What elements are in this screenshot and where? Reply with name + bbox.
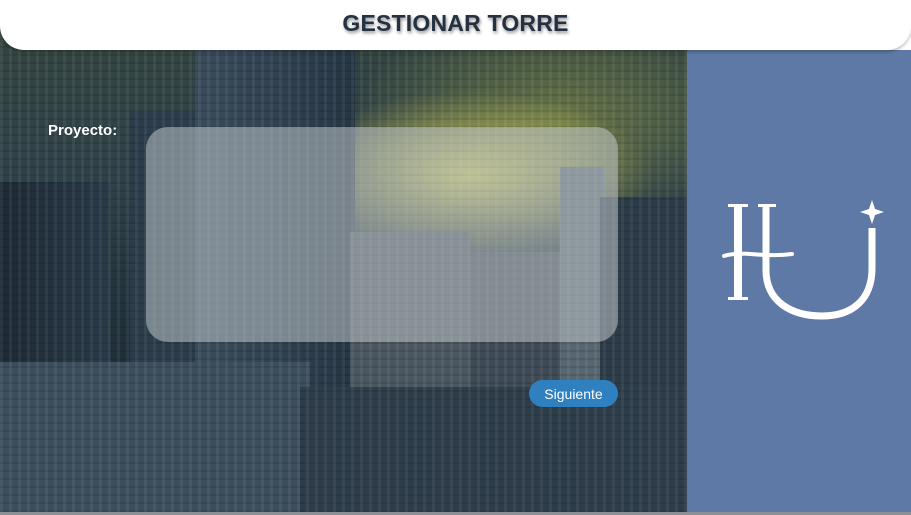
page-title: GESTIONAR TORRE: [342, 10, 569, 36]
hu-logo-icon: [722, 200, 884, 320]
project-input[interactable]: [146, 127, 618, 342]
next-button[interactable]: Siguiente: [529, 380, 618, 407]
project-label: Proyecto:: [48, 122, 118, 139]
page-header: GESTIONAR TORRE: [0, 0, 911, 50]
